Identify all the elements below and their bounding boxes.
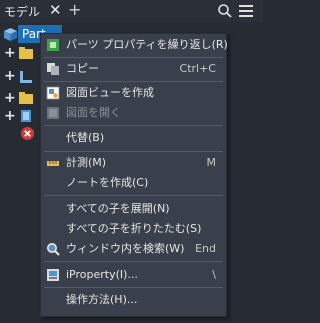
solid-body-icon: [21, 110, 31, 122]
folder-icon: [19, 92, 33, 104]
expand-icon[interactable]: +: [4, 68, 16, 84]
menu-item-repeat-part-properties[interactable]: パーツ プロパティを繰り返し(R): [41, 35, 228, 55]
menu-item-expand-all-children[interactable]: すべての子を展開(N): [41, 199, 226, 219]
hamburger-menu-icon[interactable]: [238, 4, 254, 18]
menu-item-iproperty[interactable]: iProperty(I)... \: [41, 265, 226, 285]
browser-panel-header: モデル ✕ +: [0, 0, 263, 22]
expand-icon[interactable]: +: [4, 45, 16, 61]
menu-item-substitute[interactable]: 代替(B): [41, 128, 226, 148]
menu-separator: [44, 195, 223, 196]
menu-item-copy[interactable]: コピー Ctrl+C: [41, 59, 226, 79]
open-drawing-icon: [47, 107, 59, 119]
copy-icon: [47, 63, 59, 75]
measure-icon: [47, 161, 59, 166]
menu-separator: [44, 151, 223, 152]
expand-icon[interactable]: +: [4, 108, 16, 124]
part-cube-icon: [4, 28, 17, 41]
add-tab-button[interactable]: +: [68, 0, 81, 19]
folder-icon: [19, 47, 33, 59]
repeat-properties-icon: [47, 39, 59, 51]
menu-item-create-note[interactable]: ノートを作成(C): [41, 173, 226, 193]
menu-item-open-drawing: 図面を開く: [41, 103, 226, 123]
expand-icon[interactable]: +: [4, 90, 16, 106]
search-icon[interactable]: [217, 3, 233, 19]
model-tab-label[interactable]: モデル: [4, 3, 40, 20]
menu-item-find-in-window[interactable]: ウィンドウ内を検索(W) End: [41, 239, 226, 259]
menu-item-measure[interactable]: 計測(M) M: [41, 153, 226, 173]
menu-item-collapse-all-children[interactable]: すべての子を折りたたむ(S): [41, 219, 226, 239]
context-menu: パーツ プロパティを繰り返し(R) コピー Ctrl+C 図面ビューを作成 図面…: [40, 33, 228, 317]
menu-item-how-to[interactable]: 操作方法(H)...: [41, 290, 226, 310]
iproperty-icon: [47, 269, 59, 281]
menu-separator: [44, 261, 223, 262]
find-in-window-icon: [47, 243, 60, 256]
menu-separator: [44, 57, 223, 58]
menu-separator: [44, 81, 223, 82]
drawing-view-icon: [46, 86, 60, 100]
close-tab-button[interactable]: ✕: [49, 1, 62, 19]
error-icon: [21, 127, 34, 140]
menu-separator: [44, 125, 223, 126]
menu-separator: [44, 287, 223, 288]
menu-item-create-drawing-view[interactable]: 図面ビューを作成: [41, 83, 226, 103]
origin-axes-icon: [20, 71, 32, 83]
